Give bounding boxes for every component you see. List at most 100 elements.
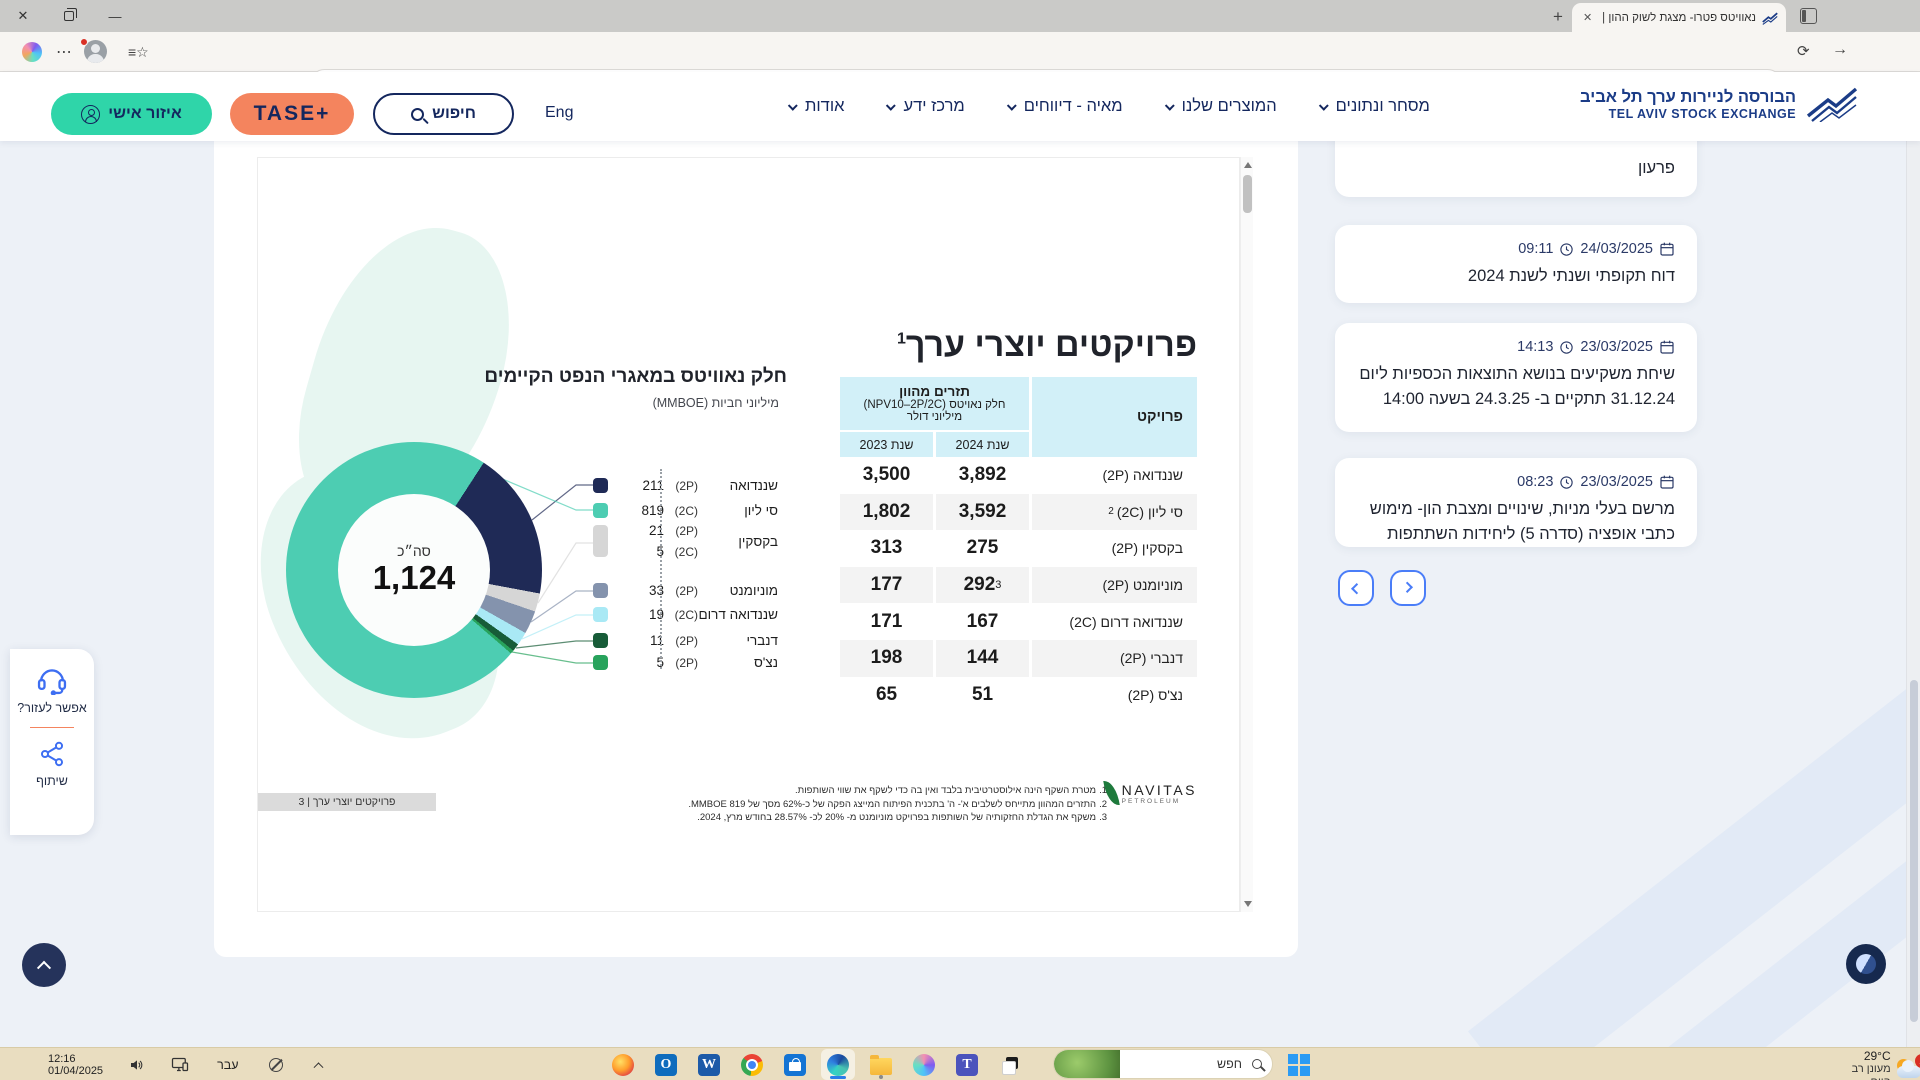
taskbar-weather-widget[interactable]: 29°C מעונן רב היום 1 [1838, 1050, 1920, 1080]
browser-tab[interactable]: ✕ נאוויטס פטרו- מצגת לשוק ההון | מ [1572, 3, 1786, 32]
nav-item-about[interactable]: אודות [790, 97, 844, 116]
report-card[interactable]: 23/03/2025 08:23 מרשם בעלי מניות, שינויי… [1335, 458, 1697, 547]
tase-plus-button[interactable]: TASE+ [230, 93, 354, 135]
weather-temp: 29°C [1838, 1050, 1891, 1063]
slide-page-footer: פרויקטים יוצרי ערך | 3 [258, 793, 436, 811]
taskbar-firefox[interactable] [606, 1049, 640, 1080]
table-header-values: תזרים מהוון חלק נאויטס (NPV10–2P/2C) מיל… [840, 377, 1029, 430]
person-icon [81, 105, 100, 124]
refresh-button[interactable]: ⟳ [1797, 42, 1810, 60]
tab-close-icon[interactable]: ✕ [1580, 11, 1595, 24]
language-switch[interactable]: Eng [545, 104, 573, 122]
window-minimize-button[interactable]: — [92, 0, 138, 32]
taskbar-outlook[interactable]: O [649, 1049, 683, 1080]
report-time: 09:11 [1518, 241, 1553, 257]
taskbar-teams[interactable]: T [950, 1049, 984, 1080]
language-indicator[interactable]: עבר [217, 1058, 238, 1072]
search-label: חיפוש [432, 105, 476, 123]
page-scrollbar[interactable] [1906, 141, 1920, 1047]
window-restore-button[interactable] [46, 0, 92, 32]
site-search-button[interactable]: חיפוש [373, 93, 514, 135]
chevron-down-icon [1007, 101, 1017, 111]
clock-icon [1559, 242, 1574, 257]
legend-swatch [593, 607, 608, 622]
page-scrollbar-thumb[interactable] [1910, 680, 1918, 1022]
tab-title: נאוויטס פטרו- מצגת לשוק ההון | מ [1601, 12, 1756, 24]
display-device-icon[interactable] [171, 1057, 189, 1072]
chevron-up-icon [37, 961, 51, 975]
volume-icon[interactable] [129, 1058, 145, 1072]
do-not-disturb-icon[interactable] [269, 1058, 283, 1072]
nav-item-maya-reports[interactable]: מאיה - דיווחים [1009, 97, 1123, 116]
legend-swatch [593, 583, 608, 598]
table-header-2023: שנת 2023 [840, 432, 933, 457]
taskbar-copilot[interactable] [907, 1049, 941, 1080]
tase-logo-hebrew: הבורסה לניירות ערך תל אביב [1580, 88, 1796, 107]
main-nav: אודות מרכז ידע מאיה - דיווחים המוצרים של… [790, 72, 1430, 141]
firefox-icon [612, 1054, 634, 1076]
share-label[interactable]: שיתוף [36, 774, 68, 788]
taskbar-chrome[interactable] [735, 1049, 769, 1080]
taskbar-file-explorer[interactable] [864, 1049, 898, 1080]
taskbar-search-box[interactable]: חפש [1053, 1049, 1273, 1079]
scroll-to-top-button[interactable] [22, 943, 66, 987]
favorites-hub-icon[interactable]: ☆≡ [128, 44, 149, 61]
chrome-icon [741, 1054, 763, 1076]
nav-item-our-products[interactable]: המוצרים שלנו [1167, 97, 1277, 116]
report-card[interactable]: 24/03/2025 09:11 דוח תקופתי ושנתי לשנת 2… [1335, 225, 1697, 303]
table-row: בקסקין (2P) 275 313 [840, 530, 1197, 567]
navitas-logo: NAVITAS PETROLEUM [1105, 780, 1197, 806]
legend-item: בקסקין (2P)21 (2C)5 [588, 519, 778, 563]
slide-footnotes: 1.מטרת השקף הינה אילוסטרטיבית בלבד ואין … [637, 784, 1107, 825]
personal-area-label: איזור אישי [108, 105, 182, 123]
tray-expand-icon[interactable] [313, 1062, 323, 1072]
nav-item-trading-data[interactable]: מסחר ונתונים [1321, 97, 1430, 116]
personal-area-button[interactable]: איזור אישי [51, 93, 212, 135]
report-card[interactable]: 23/03/2025 14:13 שיחת משקיעים בנושא התוצ… [1335, 323, 1697, 432]
taskbar-store[interactable] [778, 1049, 812, 1080]
pagination-prev-button[interactable] [1338, 570, 1374, 606]
new-tab-button[interactable]: + [1545, 4, 1571, 30]
table-header-2024: שנת 2024 [936, 432, 1029, 457]
share-icon[interactable] [37, 740, 67, 768]
table-row: נצ'ס (2P) 51 65 [840, 677, 1197, 714]
pdf-slide: פרויקטים יוצרי ערך1 פרויקט תזרים מהוון ח… [257, 157, 1240, 912]
accessibility-button[interactable] [1846, 944, 1886, 984]
help-label[interactable]: אפשר לעזור? [17, 701, 86, 715]
teams-icon: T [956, 1054, 978, 1076]
window-close-button[interactable]: ✕ [0, 0, 46, 32]
taskbar-clock[interactable]: 12:16 01/04/2025 [48, 1053, 103, 1077]
copilot-button[interactable] [20, 41, 44, 63]
headset-icon[interactable] [35, 665, 69, 695]
pdf-scrollbar[interactable] [1240, 157, 1253, 912]
screen: ✕ — + ✕ נאוויטס פטרו- מצגת לשוק ההון | מ… [0, 0, 1920, 1080]
browser-menu-button[interactable]: ⋯ [52, 41, 76, 63]
taskbar-word[interactable]: W [692, 1049, 726, 1080]
scroll-down-icon[interactable] [1244, 901, 1252, 907]
chart-title: חלק נאוויטס במאגרי הנפט הקיימים [484, 366, 787, 388]
help-widget: אפשר לעזור? שיתוף [10, 649, 94, 835]
table-row: שננדואה דרום (2C) 167 171 [840, 603, 1197, 640]
pdf-scrollbar-thumb[interactable] [1243, 175, 1252, 213]
report-date: 23/03/2025 [1580, 474, 1653, 490]
report-card-partial[interactable]: פרעון [1335, 141, 1697, 197]
taskbar-edge[interactable] [821, 1049, 855, 1080]
chevron-left-icon [1351, 583, 1362, 594]
scroll-up-icon[interactable] [1244, 162, 1252, 168]
donut-ring: סה״כ 1,124 [286, 442, 542, 698]
windows-taskbar: 12:16 01/04/2025 עבר O W T [0, 1047, 1920, 1080]
legend-item: שננדואה דרום(2C)19 [588, 602, 778, 627]
taskbar-start-button[interactable] [1279, 1049, 1313, 1080]
tase-logo[interactable]: הבורסה לניירות ערך תל אביב TEL AVIV STOC… [1580, 86, 1858, 122]
pagination-next-button[interactable] [1390, 570, 1426, 606]
chevron-down-icon [1164, 101, 1174, 111]
taskbar-task-view[interactable] [993, 1049, 1027, 1080]
tab-panel-icon[interactable] [1800, 8, 1817, 24]
weather-description: מעונן רב היום [1838, 1063, 1891, 1080]
calendar-icon [1659, 474, 1675, 490]
clock-icon [1559, 340, 1574, 355]
nav-item-knowledge-center[interactable]: מרכז ידע [888, 97, 964, 116]
page-main: פרויקטים יוצרי ערך1 פרויקט תזרים מהוון ח… [0, 141, 1920, 1047]
back-button[interactable]: → [1832, 41, 1848, 59]
chevron-down-icon [1319, 101, 1329, 111]
